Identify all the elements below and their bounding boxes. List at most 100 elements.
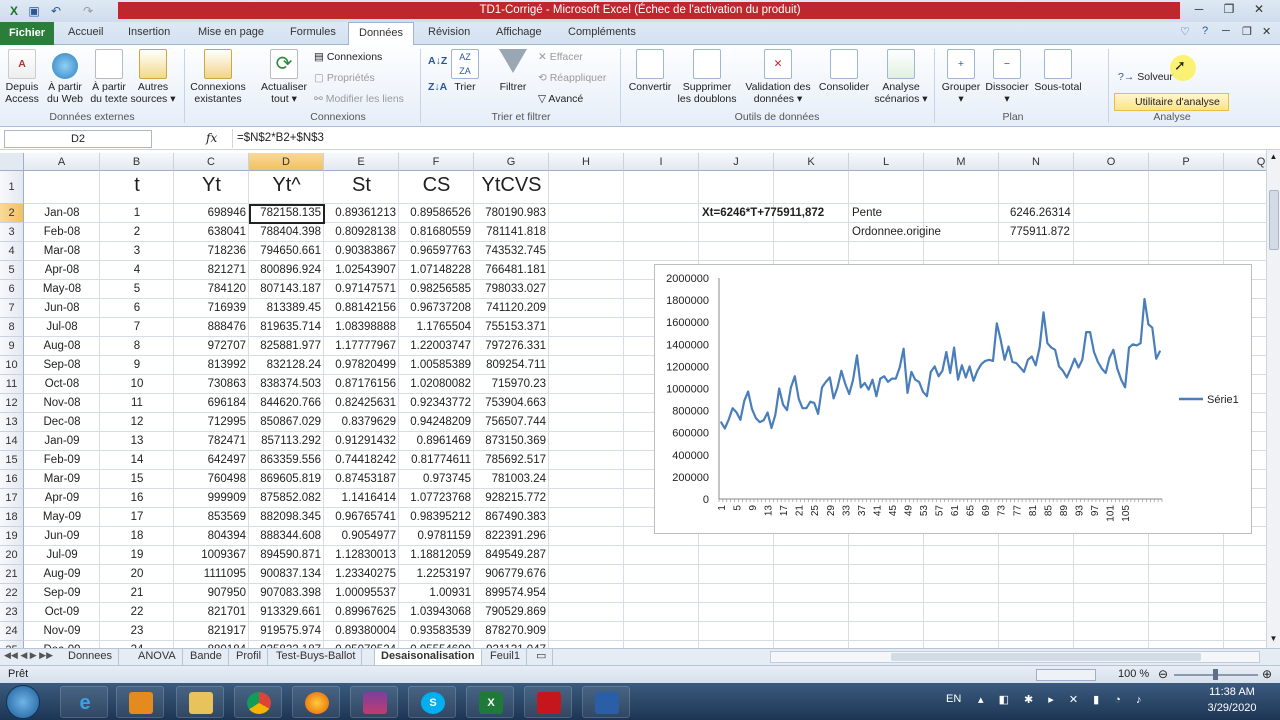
remove-duplicates-button[interactable]: Supprimer les doublons xyxy=(676,49,738,105)
row-header[interactable]: 24 xyxy=(0,622,24,641)
clock-date[interactable]: 3/29/2020 xyxy=(1196,702,1268,714)
advanced-filter-button[interactable]: ▽ Avancé xyxy=(538,93,583,105)
data-cell[interactable]: Sep-08 xyxy=(24,359,100,371)
restore-button[interactable]: ❐ xyxy=(1214,0,1244,18)
line-chart[interactable]: 2000000 1800000 1600000 1400000 1200000 10000… xyxy=(654,264,1252,534)
data-cell[interactable]: Jan-08 xyxy=(24,207,100,219)
row-header[interactable]: 11 xyxy=(0,375,24,394)
data-cell[interactable]: 12 xyxy=(100,416,174,428)
data-cell[interactable]: 7 xyxy=(100,321,174,333)
data-cell[interactable]: Apr-09 xyxy=(24,492,100,504)
data-cell[interactable]: 972707 xyxy=(174,340,249,352)
data-cell[interactable]: 0.96737208 xyxy=(399,302,474,314)
data-cell[interactable]: 850867.029 xyxy=(249,416,324,428)
tab-mise-en-page[interactable]: Mise en page xyxy=(198,26,264,38)
row-header[interactable]: 1 xyxy=(0,171,24,204)
row-header[interactable]: 13 xyxy=(0,413,24,432)
data-cell[interactable]: 766481.181 xyxy=(474,264,549,276)
column-header-b[interactable]: B xyxy=(100,153,174,171)
data-cell[interactable]: Jul-09 xyxy=(24,549,100,561)
data-cell[interactable]: 743532.745 xyxy=(474,245,549,257)
data-cell[interactable]: 13 xyxy=(100,435,174,447)
row-header[interactable]: 6 xyxy=(0,280,24,299)
row-header[interactable]: 9 xyxy=(0,337,24,356)
data-cell[interactable]: 23 xyxy=(100,625,174,637)
tab-accueil[interactable]: Accueil xyxy=(68,26,103,38)
tray-icons[interactable]: ▴ ◧ ✱ ▸ ✕ ▮ ◔ ♪ xyxy=(978,693,1147,706)
formula-input[interactable]: =$N$2*B2+$N$3 xyxy=(232,129,1272,148)
data-cell[interactable]: Jul-08 xyxy=(24,321,100,333)
consolidate-button[interactable]: Consolider xyxy=(816,49,872,93)
row-header[interactable]: 17 xyxy=(0,489,24,508)
data-cell[interactable]: 999909 xyxy=(174,492,249,504)
data-cell[interactable]: 822391.296 xyxy=(474,530,549,542)
data-cell[interactable]: 0.89586526 xyxy=(399,207,474,219)
column-header-o[interactable]: O xyxy=(1074,153,1149,171)
data-cell[interactable]: 1.00931 xyxy=(399,587,474,599)
column-header-g[interactable]: G xyxy=(474,153,549,171)
data-cell[interactable]: 1.03943068 xyxy=(399,606,474,618)
data-cell[interactable]: Apr-08 xyxy=(24,264,100,276)
data-cell[interactable]: 785692.517 xyxy=(474,454,549,466)
tab-insertion[interactable]: Insertion xyxy=(128,26,170,38)
data-cell[interactable]: 797276.331 xyxy=(474,340,549,352)
data-cell[interactable]: 794650.661 xyxy=(249,245,324,257)
column-header-m[interactable]: M xyxy=(924,153,999,171)
row-header[interactable]: 14 xyxy=(0,432,24,451)
data-cell[interactable]: 0.89380004 xyxy=(324,625,399,637)
data-cell[interactable]: 696184 xyxy=(174,397,249,409)
taskbar-skype[interactable]: S xyxy=(408,686,456,718)
data-cell[interactable]: 821701 xyxy=(174,606,249,618)
sheet-tab-test-buys-ballot[interactable]: Test-Buys-Ballot xyxy=(270,649,363,665)
data-cell[interactable]: 0.97820499 xyxy=(324,359,399,371)
data-cell[interactable]: May-08 xyxy=(24,283,100,295)
zoom-slider-handle[interactable] xyxy=(1213,669,1218,680)
data-cell[interactable]: 1.07723768 xyxy=(399,492,474,504)
data-cell[interactable]: 906779.676 xyxy=(474,568,549,580)
zoom-out-icon[interactable]: ⊖ xyxy=(1158,667,1168,681)
data-cell[interactable]: 1 xyxy=(100,207,174,219)
data-cell[interactable]: Jun-08 xyxy=(24,302,100,314)
from-web-button[interactable]: À partir du Web xyxy=(42,49,88,105)
filter-button[interactable]: Filtrer xyxy=(496,49,530,93)
what-if-analysis-button[interactable]: Analyse scénarios ▾ xyxy=(872,49,930,105)
scroll-down-icon[interactable]: ▼ xyxy=(1268,634,1279,645)
data-cell[interactable]: Mar-09 xyxy=(24,473,100,485)
data-cell[interactable]: 698946 xyxy=(174,207,249,219)
pente-label-cell[interactable]: Pente xyxy=(852,207,882,219)
minimize-button[interactable]: ─ xyxy=(1184,0,1214,18)
data-cell[interactable]: 760498 xyxy=(174,473,249,485)
column-header-k[interactable]: K xyxy=(774,153,849,171)
edit-links-button[interactable]: ⚯ Modifier les liens xyxy=(314,93,404,105)
subtotal-button[interactable]: Sous-total xyxy=(1030,49,1086,93)
close-button[interactable]: ✕ xyxy=(1244,0,1274,18)
row-header[interactable]: 2 xyxy=(0,204,24,223)
horizontal-scroll-thumb[interactable] xyxy=(891,653,1201,661)
data-cell[interactable]: 1.07148228 xyxy=(399,264,474,276)
view-buttons[interactable] xyxy=(1036,669,1096,681)
row-header[interactable]: 8 xyxy=(0,318,24,337)
data-cell[interactable]: 15 xyxy=(100,473,174,485)
data-cell[interactable]: Dec-08 xyxy=(24,416,100,428)
sort-za-icon[interactable]: Z↓A xyxy=(428,81,447,93)
insert-function-icon[interactable]: fx xyxy=(206,131,217,145)
data-cell[interactable]: 0.87453187 xyxy=(324,473,399,485)
data-cell[interactable]: 1.22003747 xyxy=(399,340,474,352)
data-cell[interactable]: 907083.398 xyxy=(249,587,324,599)
data-cell[interactable]: 741120.209 xyxy=(474,302,549,314)
data-cell[interactable]: 853569 xyxy=(174,511,249,523)
data-cell[interactable]: 913329.661 xyxy=(249,606,324,618)
ungroup-button[interactable]: − Dissocier ▾ xyxy=(984,49,1030,105)
data-cell[interactable]: Nov-08 xyxy=(24,397,100,409)
data-cell[interactable]: 0.81680559 xyxy=(399,226,474,238)
data-cell[interactable]: 0.8379629 xyxy=(324,416,399,428)
horizontal-scrollbar[interactable] xyxy=(770,651,1260,663)
data-cell[interactable]: 888476 xyxy=(174,321,249,333)
data-cell[interactable]: 0.96597763 xyxy=(399,245,474,257)
workbook-close-icon[interactable]: ✕ xyxy=(1262,25,1271,38)
data-cell[interactable]: 780190.983 xyxy=(474,207,549,219)
refresh-all-button[interactable]: ⟳ Actualiser tout ▾ xyxy=(256,49,312,105)
row-header[interactable]: 21 xyxy=(0,565,24,584)
data-cell[interactable]: May-09 xyxy=(24,511,100,523)
column-header-n[interactable]: N xyxy=(999,153,1074,171)
